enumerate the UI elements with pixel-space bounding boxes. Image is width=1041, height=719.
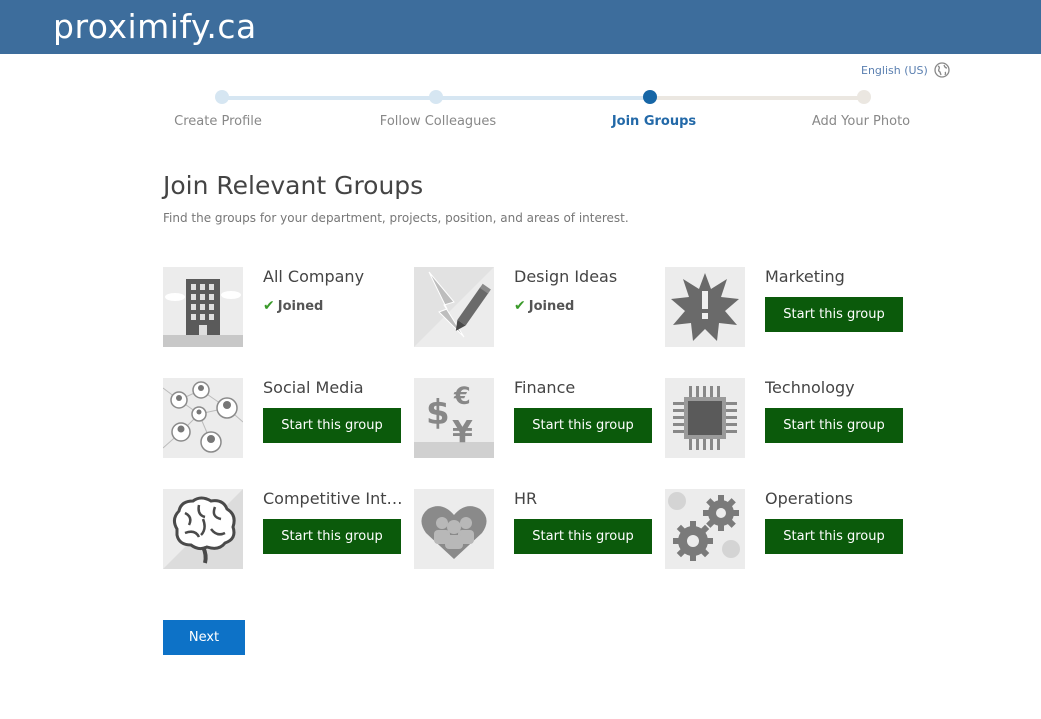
lightning-pencil-icon xyxy=(414,267,494,347)
group-thumbnail xyxy=(414,267,494,347)
step-dot-create-profile xyxy=(215,90,229,104)
group-card-finance: $ € ¥ Finance Start this group xyxy=(414,378,659,460)
joined-label: Joined xyxy=(277,298,324,314)
page-subtitle: Find the groups for your department, pro… xyxy=(163,211,629,225)
brain-icon xyxy=(163,489,243,569)
start-group-button[interactable]: Start this group xyxy=(514,408,652,443)
svg-text:€: € xyxy=(453,382,471,410)
group-thumbnail xyxy=(163,489,243,569)
group-card-design-ideas: Design Ideas ✔ Joined xyxy=(414,267,659,349)
starburst-alert-icon xyxy=(665,267,745,347)
group-name[interactable]: Social Media xyxy=(263,378,364,397)
start-group-button[interactable]: Start this group xyxy=(263,519,401,554)
start-group-button[interactable]: Start this group xyxy=(765,408,903,443)
group-thumbnail xyxy=(665,267,745,347)
group-name[interactable]: Marketing xyxy=(765,267,845,286)
start-group-button[interactable]: Start this group xyxy=(263,408,401,443)
group-name[interactable]: Technology xyxy=(765,378,855,397)
group-card-marketing: Marketing Start this group xyxy=(665,267,910,349)
step-label-add-photo: Add Your Photo xyxy=(811,114,911,129)
checkmark-icon: ✔ xyxy=(263,298,275,314)
chip-icon xyxy=(665,378,745,458)
group-card-all-company: All Company ✔ Joined xyxy=(163,267,408,349)
group-name[interactable]: Operations xyxy=(765,489,853,508)
joined-status: ✔ Joined xyxy=(263,298,323,314)
step-label-create-profile: Create Profile xyxy=(174,114,262,129)
group-name[interactable]: All Company xyxy=(263,267,364,286)
svg-text:$: $ xyxy=(426,393,450,433)
step-dot-add-photo xyxy=(857,90,871,104)
group-thumbnail: $ € ¥ xyxy=(414,378,494,458)
checkmark-icon: ✔ xyxy=(514,298,526,314)
brand-logo[interactable]: proximify.ca xyxy=(53,7,257,46)
building-icon xyxy=(163,267,243,347)
progress-stepper: Create Profile Follow Colleagues Join Gr… xyxy=(150,88,950,129)
group-thumbnail xyxy=(665,378,745,458)
start-group-button[interactable]: Start this group xyxy=(765,519,903,554)
language-selector[interactable]: English (US) xyxy=(861,62,950,78)
currency-icon: $ € ¥ xyxy=(414,378,494,458)
group-thumbnail xyxy=(414,489,494,569)
globe-icon[interactable] xyxy=(934,62,950,78)
people-network-icon xyxy=(163,378,243,458)
group-thumbnail xyxy=(665,489,745,569)
start-group-button[interactable]: Start this group xyxy=(765,297,903,332)
page-title: Join Relevant Groups xyxy=(163,171,424,200)
start-group-button[interactable]: Start this group xyxy=(514,519,652,554)
group-card-operations: Operations Start this group xyxy=(665,489,910,571)
language-label[interactable]: English (US) xyxy=(861,64,928,77)
group-card-technology: Technology Start this group xyxy=(665,378,910,460)
joined-label: Joined xyxy=(528,298,575,314)
group-card-hr: HR Start this group xyxy=(414,489,659,571)
gears-icon xyxy=(665,489,745,569)
group-card-competitive-intelligence: Competitive Intelli... Start this group xyxy=(163,489,408,571)
joined-status: ✔ Joined xyxy=(514,298,574,314)
group-name[interactable]: HR xyxy=(514,489,537,508)
stepper-track-pending xyxy=(650,96,864,100)
step-dot-join-groups xyxy=(643,90,657,104)
next-button[interactable]: Next xyxy=(163,620,245,655)
group-name[interactable]: Finance xyxy=(514,378,575,397)
group-thumbnail xyxy=(163,267,243,347)
heart-people-icon xyxy=(414,489,494,569)
step-dot-follow-colleagues xyxy=(429,90,443,104)
group-name[interactable]: Competitive Intelli... xyxy=(263,489,403,508)
group-card-social-media: Social Media Start this group xyxy=(163,378,408,460)
app-header: proximify.ca xyxy=(0,0,1041,54)
svg-text:¥: ¥ xyxy=(452,415,473,450)
step-label-follow-colleagues: Follow Colleagues xyxy=(379,114,497,129)
group-name[interactable]: Design Ideas xyxy=(514,267,617,286)
step-label-join-groups: Join Groups xyxy=(611,114,697,129)
group-thumbnail xyxy=(163,378,243,458)
